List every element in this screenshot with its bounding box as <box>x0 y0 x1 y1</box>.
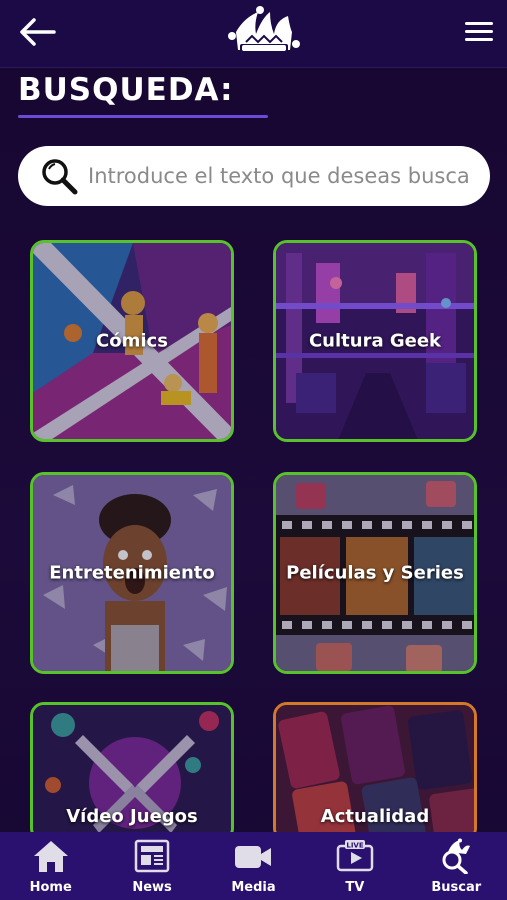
nav-label: News <box>132 880 172 895</box>
back-arrow-icon[interactable] <box>16 14 60 50</box>
page-title: BUSQUEDA: <box>18 72 234 108</box>
category-card-entretenimiento[interactable]: Entretenimiento <box>30 472 234 674</box>
nav-buscar[interactable]: Buscar <box>411 838 501 900</box>
nav-news[interactable]: News <box>107 838 197 900</box>
newspaper-icon <box>134 839 170 873</box>
category-label: Vídeo Juegos <box>66 806 198 827</box>
nav-tv[interactable]: LIVE TV <box>310 838 400 900</box>
app-screen: BUSQUEDA: Cómi <box>0 0 507 900</box>
search-icon <box>38 155 80 197</box>
category-card-cultura-geek[interactable]: Cultura Geek <box>273 240 477 442</box>
bottom-nav: Home News Media LIVE TV Buscar <box>0 832 507 900</box>
nav-media[interactable]: Media <box>208 838 298 900</box>
category-card-comics[interactable]: Cómics <box>30 240 234 442</box>
search-jester-icon <box>442 838 471 874</box>
top-bar <box>0 0 507 68</box>
title-underline <box>18 115 268 118</box>
nav-label: Media <box>231 880 276 895</box>
search-bar[interactable] <box>18 146 490 206</box>
jester-hat-logo[interactable] <box>224 4 304 56</box>
nav-label: Home <box>29 880 72 895</box>
svg-text:LIVE: LIVE <box>346 842 363 850</box>
category-card-peliculas-series[interactable]: Películas y Series <box>273 472 477 674</box>
category-label: Entretenimiento <box>49 562 215 584</box>
home-icon <box>33 841 68 872</box>
search-input[interactable] <box>88 164 468 188</box>
category-label: Actualidad <box>320 806 430 827</box>
category-label: Películas y Series <box>286 562 464 584</box>
live-tv-icon: LIVE <box>336 840 374 872</box>
video-camera-icon <box>235 846 272 868</box>
category-label: Cultura Geek <box>308 330 442 352</box>
category-card-actualidad[interactable]: Actualidad <box>273 702 477 842</box>
category-label: Cómics <box>96 330 168 352</box>
nav-label: Buscar <box>431 880 482 895</box>
hamburger-menu-icon[interactable] <box>463 18 495 46</box>
nav-label: TV <box>345 880 365 895</box>
nav-home[interactable]: Home <box>6 838 96 900</box>
category-card-video-juegos[interactable]: Vídeo Juegos <box>30 702 234 842</box>
